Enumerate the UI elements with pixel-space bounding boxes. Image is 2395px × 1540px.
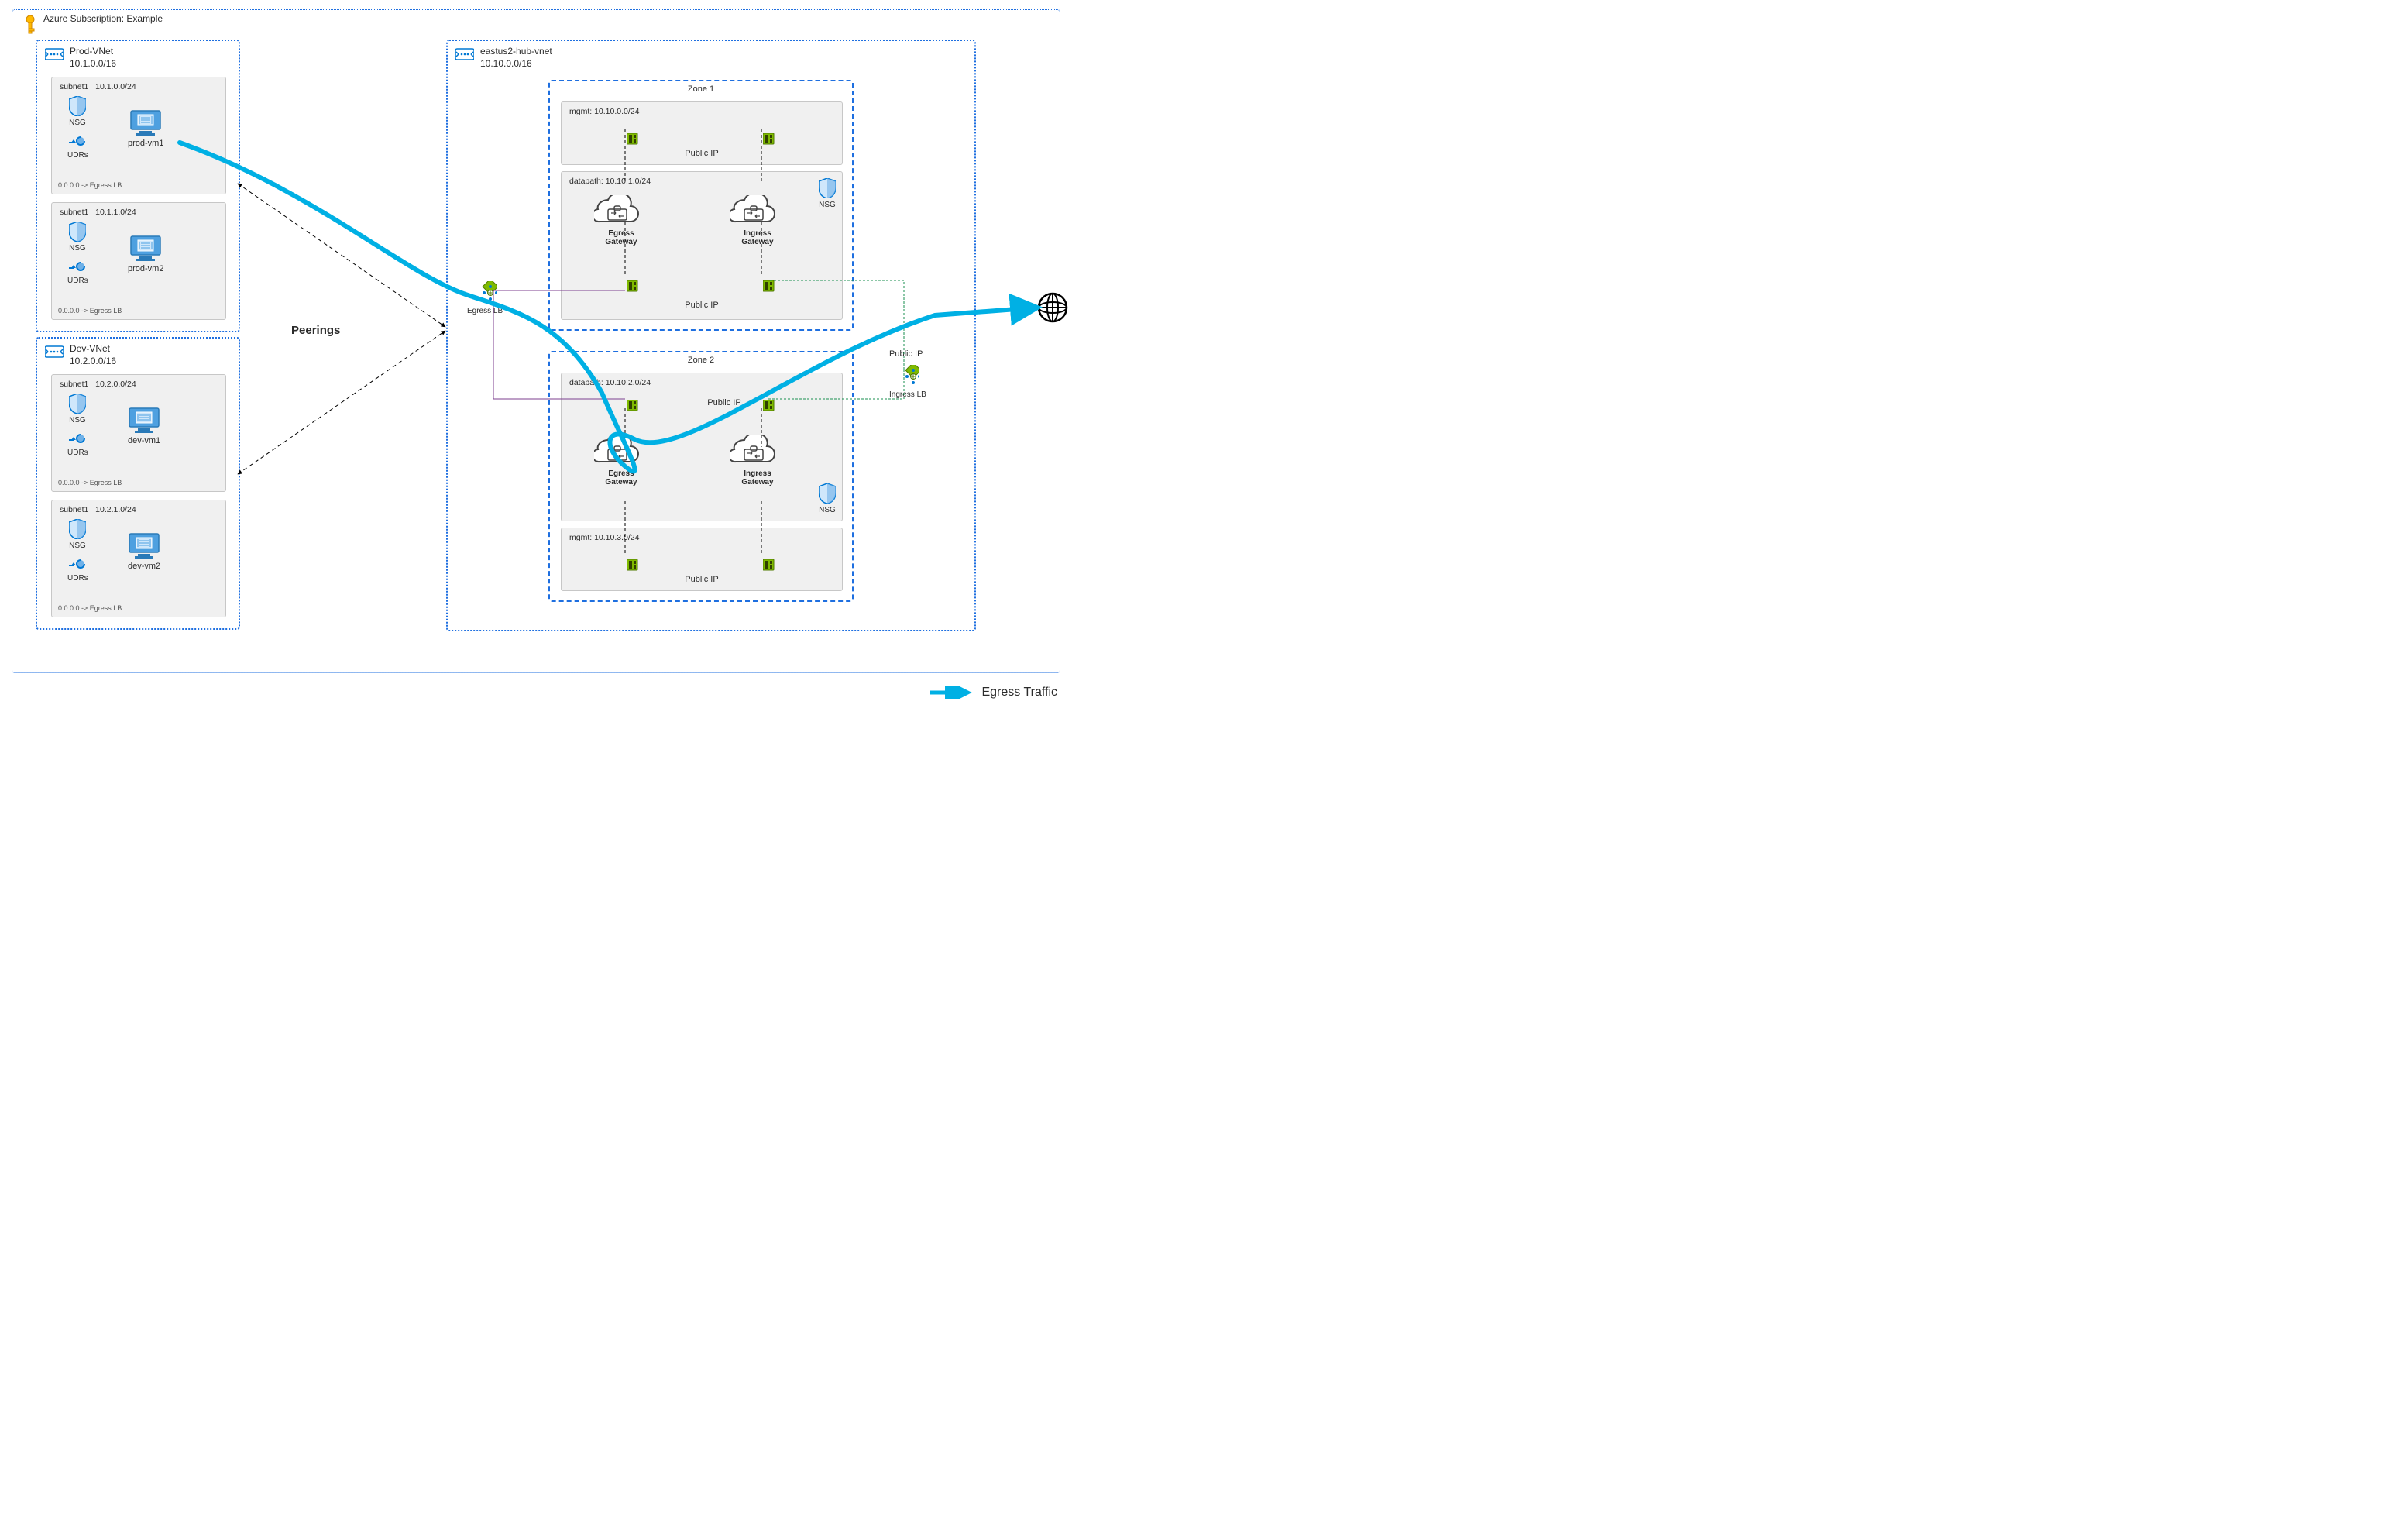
globe-icon: [1037, 292, 1068, 327]
mgmt-title: mgmt: 10.10.0.0/24: [569, 107, 639, 116]
legend-label: Egress Traffic: [981, 686, 1057, 700]
subnet-title: subnet1 10.1.1.0/24: [60, 208, 136, 217]
nsg-icon: NSG: [69, 519, 86, 550]
pip-label: Public IP: [685, 301, 718, 310]
egress-gateway-z1: Egress Gateway: [594, 195, 648, 246]
udr-note: 0.0.0.0 -> Egress LB: [58, 479, 122, 486]
udrs-icon: UDRs: [67, 555, 88, 583]
key-icon: [23, 15, 37, 36]
vm-prod-vm1: prod-vm1: [128, 110, 163, 148]
vm-prod-vm2: prod-vm2: [128, 235, 163, 273]
pip-label: Public IP: [889, 349, 923, 359]
subnet-prod-1: subnet1 10.1.1.0/24 NSG UDRs prod-vm2 0.…: [51, 202, 226, 320]
vnet-name: eastus2-hub-vnet: [480, 46, 552, 57]
nic-icon: [627, 280, 639, 293]
vm-dev-vm1: dev-vm1: [128, 407, 160, 445]
udr-note: 0.0.0.0 -> Egress LB: [58, 307, 122, 315]
subnet-title: subnet1 10.1.0.0/24: [60, 82, 136, 91]
zone-title: Zone 2: [688, 356, 714, 365]
vnet-name: Dev-VNet: [70, 343, 110, 354]
udr-note: 0.0.0.0 -> Egress LB: [58, 604, 122, 612]
vnet-icon: [455, 47, 474, 61]
ingress-lb: Ingress LB: [889, 365, 926, 399]
peerings-label: Peerings: [291, 324, 340, 337]
datapath-title: datapath: 10.10.1.0/24: [569, 177, 651, 186]
pip-label: Public IP: [685, 149, 718, 158]
z1-datapath: datapath: 10.10.1.0/24 NSG Egress Gatewa…: [561, 171, 843, 320]
nic-icon: [763, 133, 775, 146]
egress-lb: Egress LB: [467, 281, 503, 315]
vnet-hub-title: eastus2-hub-vnet 10.10.0.0/16: [480, 46, 552, 70]
egress-gateway-z2: Egress Gateway: [594, 435, 648, 486]
vm-dev-vm2: dev-vm2: [128, 533, 160, 571]
ingress-gateway-z2: Ingress Gateway: [730, 435, 785, 486]
z2-datapath: datapath: 10.10.2.0/24 NSG Public IP Egr…: [561, 373, 843, 521]
vnet-cidr: 10.10.0.0/16: [480, 58, 532, 69]
vnet-prod: Prod-VNet 10.1.0.0/16 subnet1 10.1.0.0/2…: [36, 40, 240, 332]
nsg-icon: NSG: [69, 96, 86, 127]
pip-label: Public IP: [685, 575, 718, 584]
subnet-dev-1: subnet1 10.2.1.0/24 NSG UDRs dev-vm2 0.0…: [51, 500, 226, 617]
nic-icon: [763, 559, 775, 572]
udrs-icon: UDRs: [67, 429, 88, 457]
udrs-icon: UDRs: [67, 132, 88, 160]
vnet-hub: eastus2-hub-vnet 10.10.0.0/16 Zone 1 mgm…: [446, 40, 976, 631]
subnet-dev-0: subnet1 10.2.0.0/24 NSG UDRs dev-vm1 0.0…: [51, 374, 226, 492]
subnet-title: subnet1 10.2.0.0/24: [60, 380, 136, 389]
datapath-title: datapath: 10.10.2.0/24: [569, 378, 651, 387]
vnet-dev-title: Dev-VNet 10.2.0.0/16: [70, 343, 116, 367]
nsg-icon: NSG: [69, 222, 86, 253]
vnet-cidr: 10.2.0.0/16: [70, 356, 116, 366]
zone-title: Zone 1: [688, 84, 714, 94]
nsg-icon: NSG: [819, 178, 836, 209]
nic-icon: [627, 133, 639, 146]
zone-2: Zone 2 datapath: 10.10.2.0/24 NSG Public…: [548, 351, 854, 602]
pip-label: Public IP: [707, 398, 740, 407]
vnet-cidr: 10.1.0.0/16: [70, 58, 116, 69]
vnet-prod-title: Prod-VNet 10.1.0.0/16: [70, 46, 116, 70]
subnet-prod-0: subnet1 10.1.0.0/24 NSG UDRs prod-vm1 0.…: [51, 77, 226, 194]
diagram-canvas: Azure Subscription: Example Prod-VNet 10…: [5, 5, 1067, 703]
vnet-dev: Dev-VNet 10.2.0.0/16 subnet1 10.2.0.0/24…: [36, 337, 240, 630]
z1-mgmt: mgmt: 10.10.0.0/24 Public IP: [561, 101, 843, 165]
subscription-title: Azure Subscription: Example: [43, 13, 163, 24]
subscription-box: Azure Subscription: Example Prod-VNet 10…: [12, 9, 1060, 673]
vnet-icon: [45, 47, 64, 61]
nic-icon: [627, 400, 639, 412]
z2-mgmt: mgmt: 10.10.3.0/24 Public IP: [561, 528, 843, 591]
vnet-icon: [45, 345, 64, 359]
vnet-name: Prod-VNet: [70, 46, 113, 57]
nic-icon: [627, 559, 639, 572]
legend: Egress Traffic: [929, 686, 1057, 700]
nsg-icon: NSG: [69, 394, 86, 425]
ingress-gateway-z1: Ingress Gateway: [730, 195, 785, 246]
udrs-icon: UDRs: [67, 257, 88, 285]
nsg-icon: NSG: [819, 483, 836, 514]
zone-1: Zone 1 mgmt: 10.10.0.0/24 Public IP data…: [548, 80, 854, 331]
nic-icon: [763, 280, 775, 293]
nic-icon: [763, 400, 775, 412]
udr-note: 0.0.0.0 -> Egress LB: [58, 181, 122, 189]
mgmt-title: mgmt: 10.10.3.0/24: [569, 533, 639, 542]
subnet-title: subnet1 10.2.1.0/24: [60, 505, 136, 514]
